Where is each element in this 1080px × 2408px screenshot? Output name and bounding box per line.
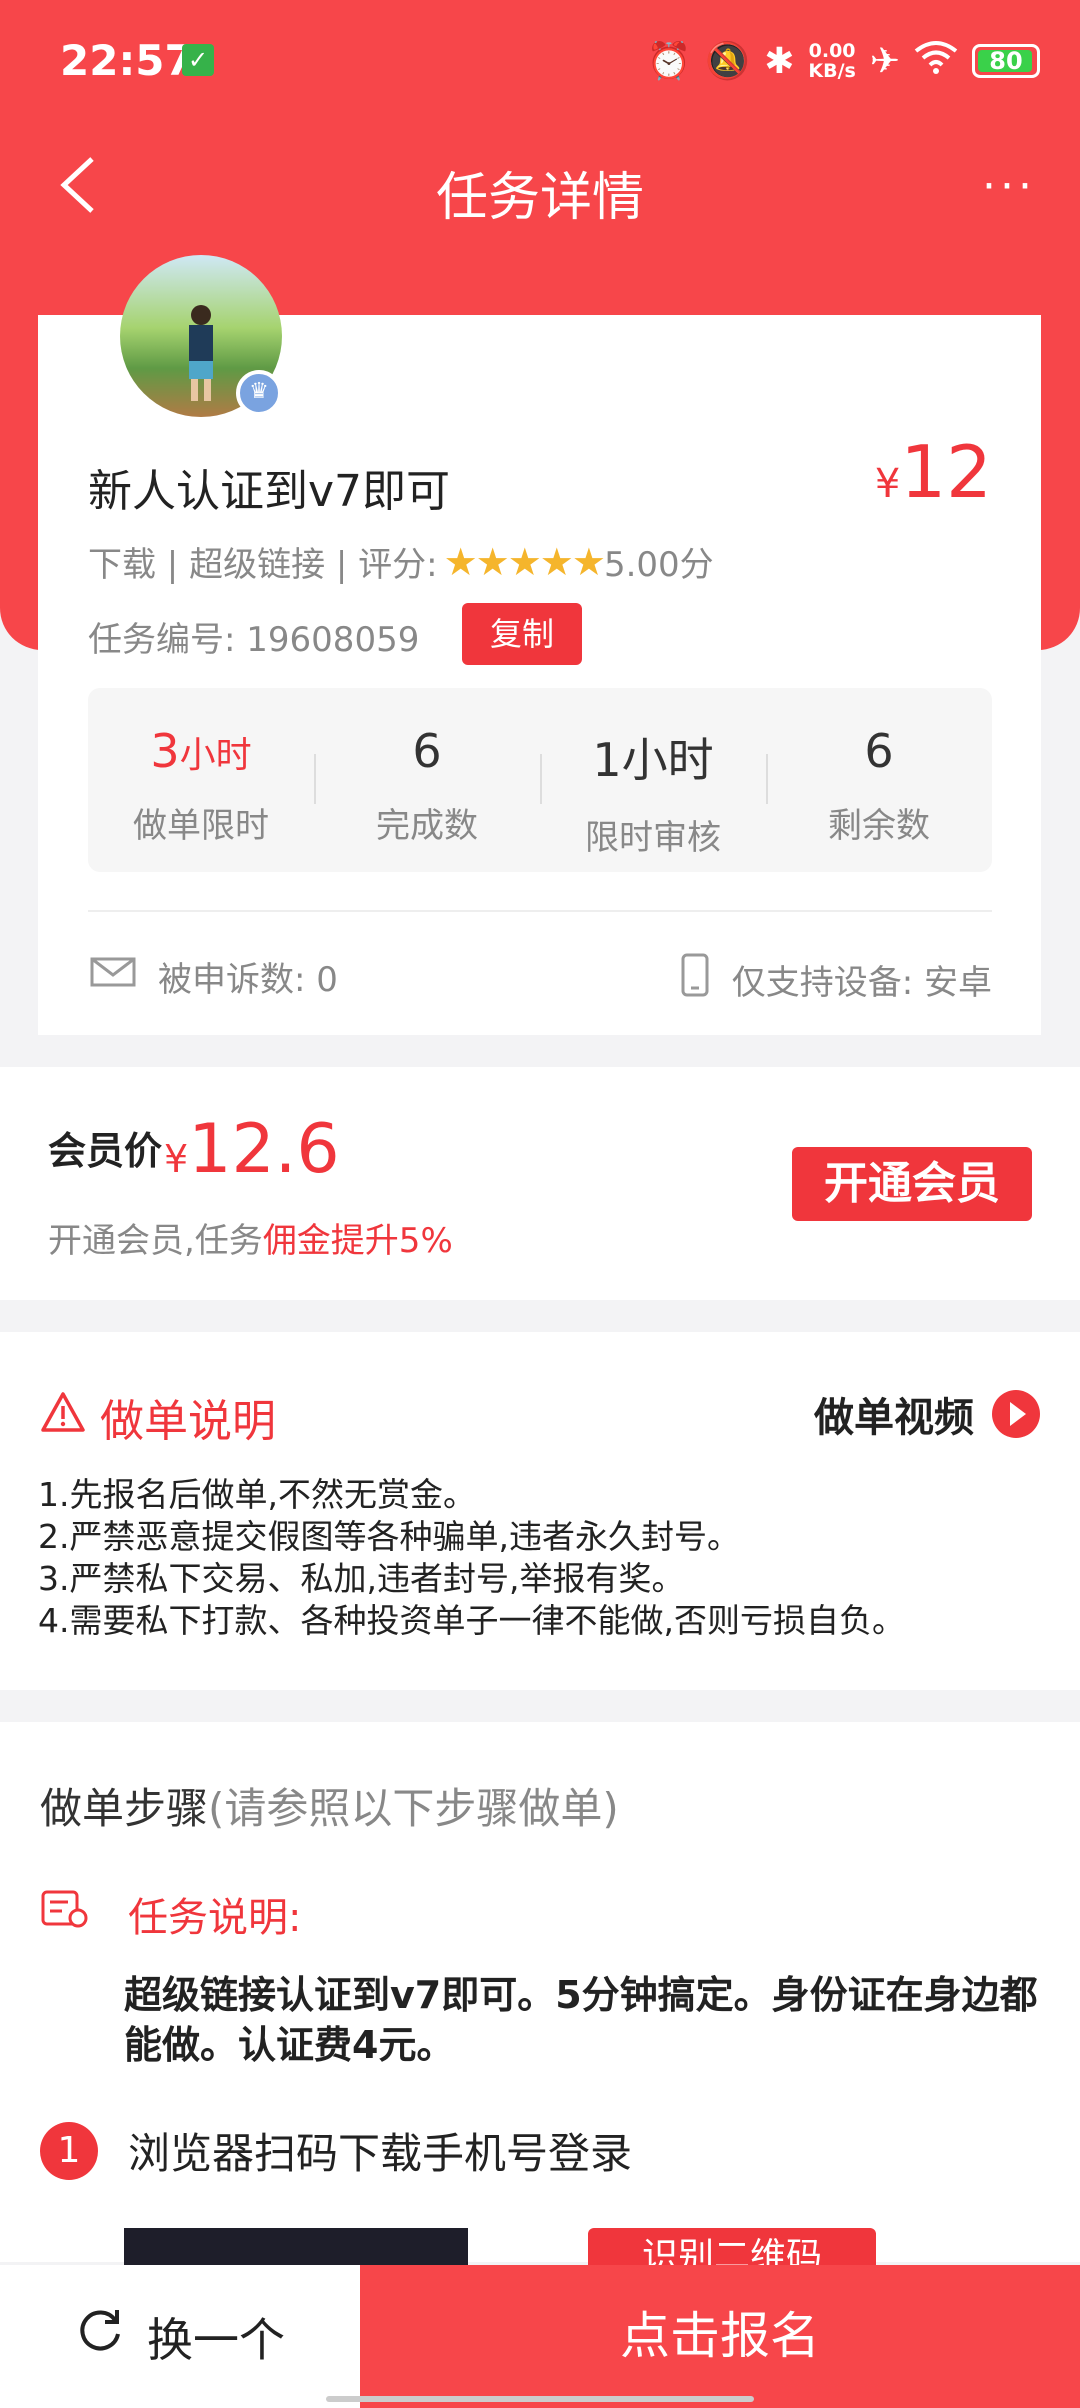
rule-item: 4.需要私下打款、各种投资单子一律不能做,否则亏损自负。 <box>38 1601 905 1640</box>
rule-item: 3.严禁私下交易、私加,违者封号,举报有奖。 <box>38 1559 685 1598</box>
stat-label: 限时审核 <box>585 818 721 858</box>
video-label: 做单视频 <box>814 1395 974 1441</box>
complaint-text: 被申诉数: 0 <box>158 960 338 1000</box>
notification-check-icon: ✓ <box>182 44 214 76</box>
stat-label: 完成数 <box>376 806 478 846</box>
rule-item: 1.先报名后做单,不然无赏金。 <box>38 1475 476 1514</box>
rating-stars-icon: ★★★★★ <box>443 539 606 584</box>
rating-value: 5.00分 <box>603 545 714 585</box>
stat-value-unit: 小时 <box>179 735 252 776</box>
device-support: 仅支持设备: 安卓 <box>680 952 992 1007</box>
mute-icon: 🔕 <box>705 41 751 82</box>
stat-value: 3小时 <box>88 724 314 778</box>
play-icon <box>992 1390 1040 1438</box>
task-tags-text: 下载 | 超级链接 | 评分: <box>88 545 438 585</box>
member-price: ¥12.6 <box>164 1110 340 1189</box>
stat-value: 1小时 <box>592 733 714 787</box>
steps-title: 做单步骤(请参照以下步骤做单) <box>40 1775 619 1836</box>
task-description-label: 任务说明: <box>128 1895 302 1941</box>
more-options-icon[interactable]: ··· <box>982 161 1036 212</box>
task-card <box>38 315 1041 1035</box>
member-price-label: 会员价 <box>48 1129 163 1173</box>
battery-level: 80 <box>989 47 1023 75</box>
stat-label: 剩余数 <box>828 806 930 846</box>
task-title: 新人认证到v7即可 <box>88 466 451 517</box>
rule-item: 2.严禁恶意提交假图等各种骗单,违者永久封号。 <box>38 1517 740 1556</box>
warning-icon <box>40 1391 86 1444</box>
member-price-currency: ¥ <box>164 1137 189 1181</box>
stat-time-limit: 3小时 做单限时 <box>88 688 314 872</box>
stat-review-time: 1小时 限时审核 <box>540 688 766 872</box>
refresh-button[interactable]: 换一个 <box>0 2265 360 2408</box>
task-description-text: 超级链接认证到v7即可。5分钟搞定。身份证在身边都能做。认证费4元。 <box>124 1973 1038 2067</box>
device-text: 仅支持设备: 安卓 <box>731 963 992 1003</box>
copy-button[interactable]: 复制 <box>462 603 582 665</box>
page-title: 任务详情 <box>435 168 644 228</box>
steps-title-main: 做单步骤 <box>40 1784 209 1833</box>
bluetooth-icon: ✱ <box>764 40 795 82</box>
signup-button[interactable]: 点击报名 <box>360 2265 1080 2408</box>
stat-remaining: 6 剩余数 <box>766 688 992 872</box>
refresh-label: 换一个 <box>147 2312 285 2367</box>
receipt-icon <box>40 1889 88 1939</box>
qr-code-image[interactable] <box>124 2228 468 2268</box>
step-text: 浏览器扫码下载手机号登录 <box>128 2129 633 2178</box>
divider <box>88 910 992 912</box>
task-number-label: 任务编号: <box>88 620 236 660</box>
rules-title: 做单说明 <box>40 1385 276 1449</box>
task-number: 任务编号: 19608059 <box>88 612 419 661</box>
complaint-count: 被申诉数: 0 <box>88 952 338 1001</box>
network-speed-unit: KB/s <box>808 60 856 82</box>
open-membership-button[interactable]: 开通会员 <box>792 1147 1032 1221</box>
status-bar: 22:57 ✓ ⏰ 🔕 ✱ 0.00 KB/s ✈ 80 <box>0 0 1080 125</box>
task-description-header: 任务说明: <box>40 1885 301 1943</box>
task-tags: 下载 | 超级链接 | 评分: ★★★★★ 5.00分 <box>88 537 714 586</box>
network-speed-value: 0.00 <box>808 40 856 62</box>
task-price: ¥12 <box>875 430 992 514</box>
alarm-icon: ⏰ <box>646 41 692 82</box>
status-icons: ⏰ 🔕 ✱ 0.00 KB/s ✈ 80 <box>647 36 1040 86</box>
refresh-icon <box>75 2306 125 2367</box>
step-number: 1 <box>40 2121 98 2180</box>
member-price-value: 12.6 <box>188 1110 340 1189</box>
steps-subtitle: (请参照以下步骤做单) <box>208 1784 619 1833</box>
task-stats: 3小时 做单限时 6 完成数 1小时 限时审核 6 剩余数 <box>88 688 992 872</box>
task-number-value: 19608059 <box>246 620 420 660</box>
avatar-person <box>189 305 213 401</box>
price-value: 12 <box>900 430 992 514</box>
step-item: 1 浏览器扫码下载手机号登录 <box>40 2120 632 2181</box>
airplane-icon: ✈ <box>869 40 900 82</box>
member-desc-highlight: 佣金提升5% <box>262 1221 453 1261</box>
home-indicator <box>326 2396 754 2402</box>
rules-list: 1.先报名后做单,不然无赏金。 2.严禁恶意提交假图等各种骗单,违者永久封号。 … <box>38 1474 905 1642</box>
battery-icon: 80 <box>972 44 1040 78</box>
envelope-icon <box>88 955 138 998</box>
wifi-icon <box>914 39 958 84</box>
stat-value: 6 <box>412 724 442 778</box>
stat-value-number: 3 <box>150 724 180 778</box>
status-time: 22:57 <box>60 36 194 85</box>
member-description: 开通会员,任务佣金提升5% <box>48 1213 453 1262</box>
network-speed: 0.00 KB/s <box>808 41 855 81</box>
stat-completed: 6 完成数 <box>314 688 540 872</box>
stat-value: 6 <box>864 724 894 778</box>
nav-bar: 任务详情 ··· <box>0 125 1080 245</box>
recognize-qr-button[interactable]: 识别二维码 <box>588 2228 876 2268</box>
vip-badge-icon: ♛ <box>236 370 282 416</box>
video-link[interactable]: 做单视频 <box>814 1385 1040 1443</box>
stat-label: 做单限时 <box>133 806 269 846</box>
rules-title-text: 做单说明 <box>100 1396 276 1447</box>
member-desc-text: 开通会员,任务 <box>48 1221 263 1261</box>
phone-icon <box>680 952 710 1007</box>
price-currency: ¥ <box>874 461 901 507</box>
